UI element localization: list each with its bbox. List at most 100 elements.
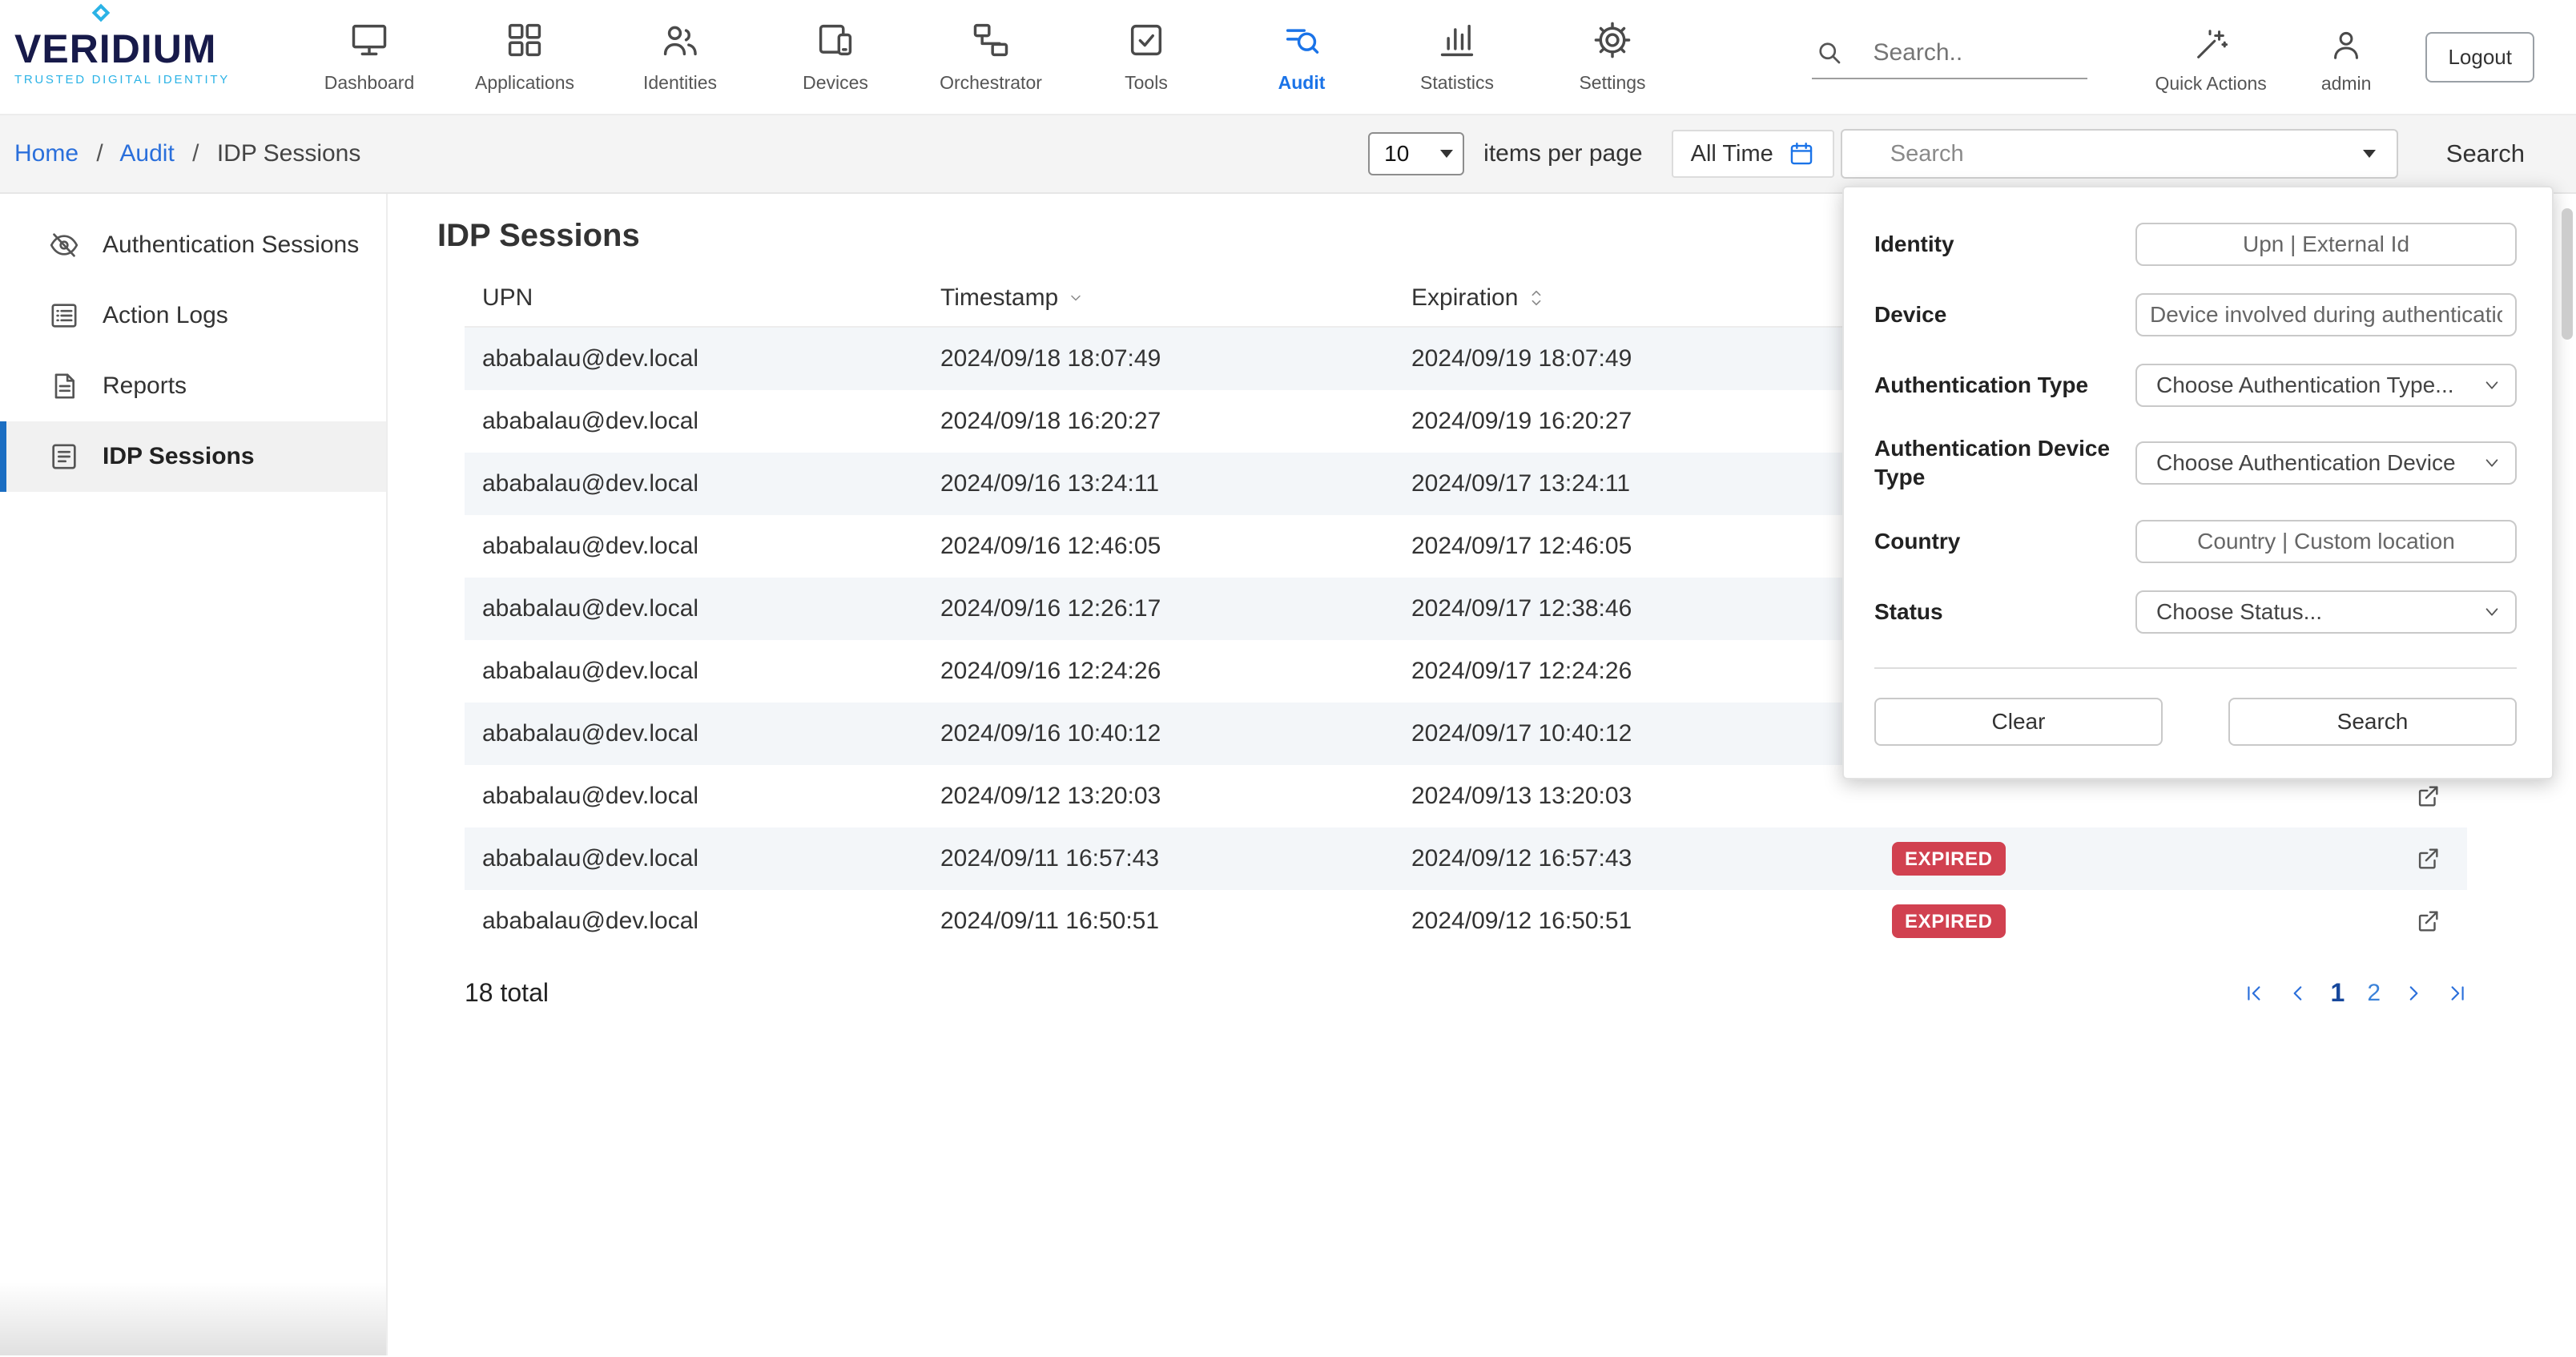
column-header-timestamp[interactable]: Timestamp: [940, 284, 1411, 312]
cell-expiration: 2024/09/17 13:24:11: [1411, 470, 1892, 497]
nav-label: Applications: [475, 72, 574, 94]
status-badge: EXPIRED: [1892, 904, 2006, 938]
brand-name: VERIDIUM: [14, 27, 285, 71]
nav-label: Audit: [1278, 72, 1326, 94]
dashboard-icon: [348, 19, 390, 61]
filter-label-authentication-device-type: Authentication Device Type: [1874, 434, 2135, 493]
next-page-button[interactable]: [2403, 983, 2424, 1004]
user-label: admin: [2321, 73, 2372, 95]
cell-actions: [2392, 908, 2467, 935]
device-input[interactable]: [2135, 293, 2517, 336]
nav-label: Orchestrator: [940, 72, 1042, 94]
brand-diamond-icon: [92, 4, 111, 22]
cell-upn: ababalau@dev.local: [482, 783, 940, 810]
table-search-placeholder: Search: [1890, 141, 1964, 167]
top-navbar: VERIDIUM TRUSTED DIGITAL IDENTITY Dashbo…: [0, 0, 2576, 115]
filter-search-button[interactable]: Search: [2228, 698, 2517, 746]
cell-expiration: 2024/09/12 16:50:51: [1411, 908, 1892, 935]
open-session-icon[interactable]: [2414, 845, 2441, 872]
cell-status: EXPIRED: [1892, 904, 2392, 938]
authentication-type-select[interactable]: Choose Authentication Type...: [2135, 364, 2517, 407]
breadcrumb-separator: /: [192, 140, 199, 167]
brand-tagline: TRUSTED DIGITAL IDENTITY: [14, 73, 285, 87]
total-count: 18 total: [465, 978, 549, 1008]
first-page-button[interactable]: [2244, 983, 2265, 1004]
cell-actions: [2392, 783, 2467, 810]
nav-item-statistics[interactable]: Statistics: [1379, 0, 1535, 114]
calendar-icon: [1788, 140, 1815, 167]
column-header-upn[interactable]: UPN: [482, 284, 940, 312]
breadcrumb-toolbar: Home / Audit / IDP Sessions 10 items per…: [0, 115, 2576, 194]
nav-label: Tools: [1125, 72, 1168, 94]
breadcrumb-home-link[interactable]: Home: [14, 140, 78, 167]
nav-item-settings[interactable]: Settings: [1535, 0, 1690, 114]
identity-input[interactable]: [2135, 223, 2517, 266]
cell-upn: ababalau@dev.local: [482, 345, 940, 372]
devices-icon: [815, 19, 856, 61]
clear-button[interactable]: Clear: [1874, 698, 2163, 746]
nav-item-orchestrator[interactable]: Orchestrator: [913, 0, 1069, 114]
reports-icon: [48, 370, 80, 402]
global-search-input[interactable]: [1844, 38, 2084, 68]
magic-wand-icon: [2192, 26, 2229, 63]
breadcrumb: Home / Audit / IDP Sessions: [14, 140, 360, 167]
cell-upn: ababalau@dev.local: [482, 595, 940, 622]
cell-upn: ababalau@dev.local: [482, 408, 940, 435]
cell-upn: ababalau@dev.local: [482, 845, 940, 872]
applications-icon: [504, 19, 545, 61]
column-header-expiration[interactable]: Expiration: [1411, 284, 1892, 312]
time-filter-button[interactable]: All Time: [1672, 130, 1834, 178]
table-search-button[interactable]: Search: [2437, 138, 2534, 170]
nav-item-devices[interactable]: Devices: [758, 0, 913, 114]
nav-item-dashboard[interactable]: Dashboard: [292, 0, 447, 114]
chevron-down-icon: [2483, 454, 2501, 472]
nav-label: Devices: [803, 72, 868, 94]
nav-item-tools[interactable]: Tools: [1069, 0, 1224, 114]
country-input[interactable]: [2135, 520, 2517, 563]
filter-panel-buttons: Clear Search: [1874, 698, 2517, 746]
idp-sessions-icon: [48, 441, 80, 473]
quick-actions-button[interactable]: Quick Actions: [2155, 20, 2266, 95]
brand-logo[interactable]: VERIDIUM TRUSTED DIGITAL IDENTITY: [0, 0, 285, 114]
breadcrumb-audit-link[interactable]: Audit: [119, 140, 174, 167]
cell-upn: ababalau@dev.local: [482, 908, 940, 935]
page-number-2[interactable]: 2: [2367, 980, 2381, 1007]
nav-item-audit[interactable]: Audit: [1224, 0, 1379, 114]
nav-item-identities[interactable]: Identities: [602, 0, 758, 114]
nav-item-applications[interactable]: Applications: [447, 0, 602, 114]
sidebar-item-label: IDP Sessions: [103, 443, 255, 470]
chevron-down-icon: [2483, 603, 2501, 621]
last-page-button[interactable]: [2446, 983, 2467, 1004]
main-navigation: Dashboard Applications Identities Device…: [292, 0, 1690, 114]
open-session-icon[interactable]: [2414, 783, 2441, 810]
open-session-icon[interactable]: [2414, 908, 2441, 935]
table-search-dropdown[interactable]: Search: [1841, 129, 2398, 179]
status-badge: EXPIRED: [1892, 842, 2006, 876]
table-footer: 18 total 1 2: [465, 978, 2467, 1008]
page-number-1[interactable]: 1: [2331, 978, 2345, 1008]
cell-expiration: 2024/09/13 13:20:03: [1411, 783, 1892, 810]
cell-timestamp: 2024/09/18 18:07:49: [940, 345, 1411, 372]
status-select[interactable]: Choose Status...: [2135, 590, 2517, 634]
scrollbar-thumb[interactable]: [2562, 208, 2573, 340]
sidebar-item-reports[interactable]: Reports: [0, 351, 386, 421]
global-search: [1812, 34, 2087, 79]
sidebar-item-action-logs[interactable]: Action Logs: [0, 280, 386, 351]
items-per-page-label: items per page: [1483, 140, 1642, 167]
sidebar-item-authentication-sessions[interactable]: Authentication Sessions: [0, 210, 386, 280]
user-menu[interactable]: admin: [2321, 20, 2372, 95]
cell-upn: ababalau@dev.local: [482, 533, 940, 560]
logout-button[interactable]: Logout: [2425, 32, 2534, 83]
filter-label-identity: Identity: [1874, 230, 2135, 259]
cell-expiration: 2024/09/19 16:20:27: [1411, 408, 1892, 435]
items-per-page-select[interactable]: 10: [1368, 132, 1464, 175]
cell-upn: ababalau@dev.local: [482, 658, 940, 685]
pagination: 1 2: [2244, 978, 2467, 1008]
cell-timestamp: 2024/09/16 10:40:12: [940, 720, 1411, 747]
prev-page-button[interactable]: [2288, 983, 2308, 1004]
sidebar-item-idp-sessions[interactable]: IDP Sessions: [0, 421, 386, 492]
filter-label-authentication-type: Authentication Type: [1874, 371, 2135, 400]
authentication-device-type-select[interactable]: Choose Authentication Device: [2135, 441, 2517, 485]
sidebar-item-label: Authentication Sessions: [103, 232, 359, 259]
settings-gear-icon: [1592, 19, 1633, 61]
